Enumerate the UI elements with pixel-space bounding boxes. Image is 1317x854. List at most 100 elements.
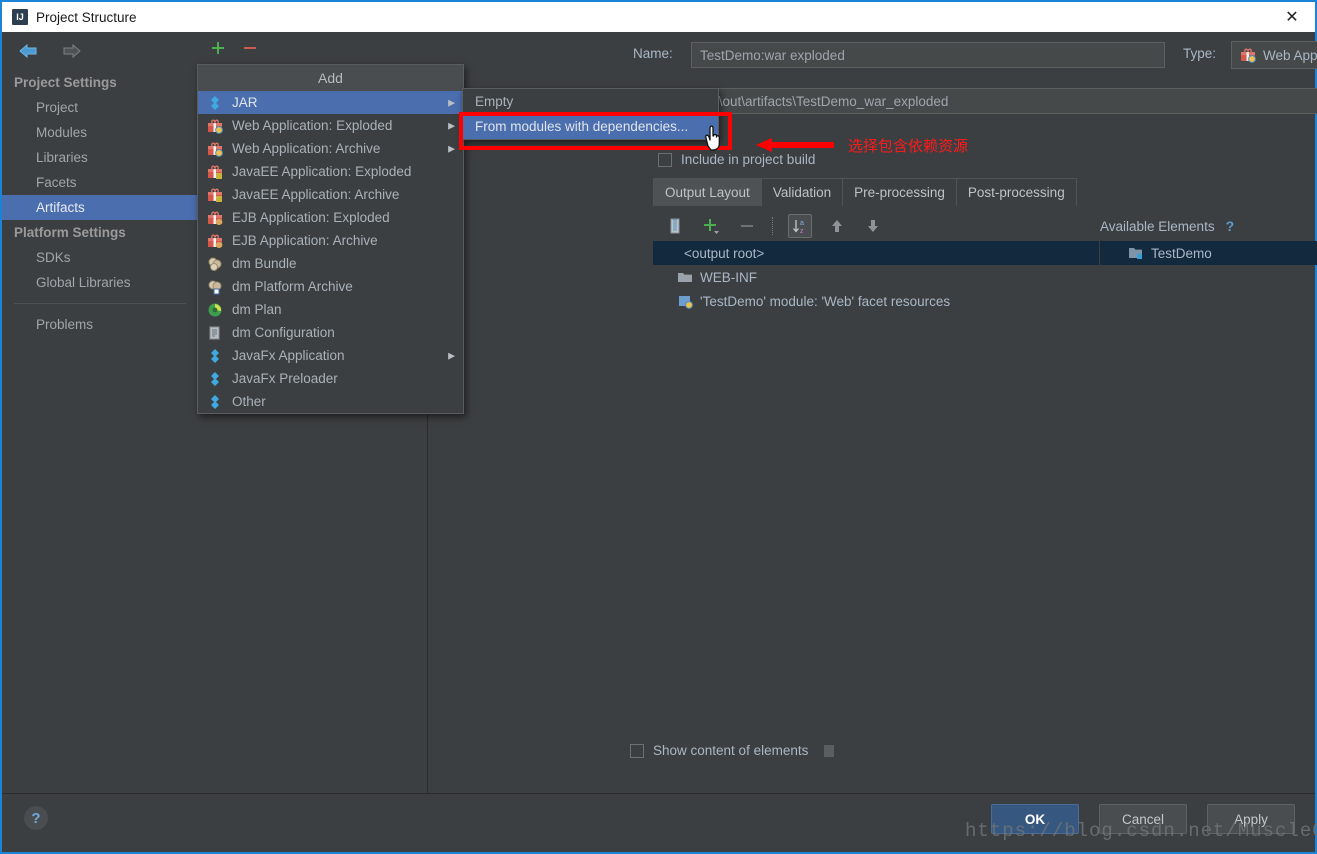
menu-item-label: JavaFx Preloader [232,371,338,386]
sidebar-item-modules[interactable]: Modules [2,120,198,145]
chevron-right-icon: ▶ [448,120,455,131]
menu-item-label: JavaEE Application: Archive [232,187,399,202]
artifact-name-input[interactable]: TestDemo:war exploded [691,42,1165,68]
menu-item-other[interactable]: Other [198,390,463,413]
tree-node-label: 'TestDemo' module: 'Web' facet resources [700,294,950,309]
include-in-build-label: Include in project build [681,152,815,167]
question-mark-icon[interactable]: ? [1226,218,1235,234]
submenu-item-from-modules-with-dependencies[interactable]: From modules with dependencies... [463,114,718,139]
close-icon[interactable]: ✕ [1269,2,1315,32]
sidebar-item-global-libraries[interactable]: Global Libraries [2,270,198,295]
menu-item-dm-platform-archive[interactable]: dm Platform Archive [198,275,463,298]
include-in-build-checkbox[interactable]: Include in project build [658,152,815,167]
tab-validation[interactable]: Validation [761,178,843,206]
artifacts-list-toolbar [198,32,427,64]
menu-item-web-application-archive[interactable]: Web Application: Archive ▶ [198,137,463,160]
tree-node-label: <output root> [684,246,764,261]
toolbar-separator [772,217,774,235]
artifact-type-value: Web Application: Exploded [1263,48,1317,63]
window-title-bar: Project Structure ✕ [2,2,1315,32]
available-elements-tree[interactable]: TestDemo [1100,241,1317,265]
menu-item-javafx-preloader[interactable]: JavaFx Preloader [198,367,463,390]
menu-item-dm-configuration[interactable]: dm Configuration [198,321,463,344]
menu-item-javafx-application[interactable]: JavaFx Application ▶ [198,344,463,367]
menu-item-label: JAR [232,95,258,110]
sidebar-item-sdks[interactable]: SDKs [2,245,198,270]
checkbox-box[interactable] [630,744,644,758]
artifact-type-value-wrap: Web Application: Exploded [1232,47,1317,63]
chevron-right-icon: ▶ [448,143,455,154]
dm-bundle-icon [207,256,223,272]
move-down-icon[interactable] [862,215,884,237]
web-exploded-icon [207,118,223,134]
remove-icon [736,215,758,237]
menu-item-label: Other [232,394,266,409]
tree-node-web-inf[interactable]: WEB-INF [653,265,1099,289]
forward-arrow-icon[interactable] [58,42,84,60]
minus-icon[interactable] [242,40,258,56]
available-elements-title: Available Elements [1100,219,1215,234]
tree-node-output-root[interactable]: <output root> [653,241,1099,265]
menu-item-jar[interactable]: JAR ▶ [198,91,463,114]
menu-item-javaee-application-archive[interactable]: JavaEE Application: Archive [198,183,463,206]
menu-item-dm-plan[interactable]: dm Plan [198,298,463,321]
submenu-item-empty[interactable]: Empty [463,89,718,114]
sidebar-item-project[interactable]: Project [2,95,198,120]
menu-item-label: dm Platform Archive [232,279,353,294]
watermark-text: https://blog.csdn.net/MuscleCoder2018 [965,820,1317,842]
javaee-archive-icon [207,187,223,203]
settings-icon[interactable] [824,745,834,757]
tree-node-facet-resources[interactable]: 'TestDemo' module: 'Web' facet resources [653,289,1099,313]
dm-plan-icon [207,302,223,318]
tab-pre-processing[interactable]: Pre-processing [842,178,957,206]
show-content-checkbox[interactable]: Show content of elements [630,743,834,758]
menu-item-javaee-application-exploded[interactable]: JavaEE Application: Exploded [198,160,463,183]
sidebar-item-facets[interactable]: Facets [2,170,198,195]
sidebar-item-problems[interactable]: Problems [2,312,198,337]
menu-item-ejb-application-archive[interactable]: EJB Application: Archive [198,229,463,252]
sidebar-divider [14,303,186,304]
tab-post-processing[interactable]: Post-processing [956,178,1077,206]
plus-icon[interactable] [210,40,226,56]
move-up-icon[interactable] [826,215,848,237]
output-directory-input[interactable]: mo\out\artifacts\TestDemo_war_exploded [691,88,1317,114]
ejb-archive-icon [207,233,223,249]
sidebar-item-libraries[interactable]: Libraries [2,145,198,170]
archive-element-icon[interactable] [664,215,686,237]
dm-configuration-icon [207,325,223,341]
add-artifact-menu: Add JAR ▶ Web Application: Exploded ▶ We… [197,64,464,414]
sidebar-nav [2,32,198,70]
type-label: Type: [1183,46,1216,61]
javafx-application-icon [207,348,223,364]
available-elements-header: Available Elements ? [1100,212,1317,240]
tab-output-layout[interactable]: Output Layout [653,178,762,206]
artifact-type-combo[interactable]: Web Application: Exploded ▼ [1231,41,1317,69]
svg-text:a: a [800,220,804,227]
menu-item-dm-bundle[interactable]: dm Bundle [198,252,463,275]
sidebar-item-artifacts[interactable]: Artifacts [2,195,198,220]
checkbox-box[interactable] [658,153,672,167]
javafx-preloader-icon [207,371,223,387]
window-title: Project Structure [36,10,137,25]
question-mark-icon[interactable]: ? [24,806,48,830]
detail-tabs: Output Layout Validation Pre-processing … [653,178,1076,206]
project-structure-dialog: Project Structure ✕ Project Settings Pro… [0,0,1317,854]
menu-item-web-application-exploded[interactable]: Web Application: Exploded ▶ [198,114,463,137]
module-icon [1128,245,1144,261]
menu-title: Add [198,65,463,91]
menu-item-label: Web Application: Exploded [232,118,392,133]
tree-node-label: TestDemo [1151,246,1212,261]
back-arrow-icon[interactable] [16,42,42,60]
add-dropdown-icon[interactable] [700,215,722,237]
menu-item-label: JavaFx Application [232,348,345,363]
javaee-exploded-icon [207,164,223,180]
menu-item-ejb-application-exploded[interactable]: EJB Application: Exploded [198,206,463,229]
output-layout-tree[interactable]: <output root> WEB-INF [653,241,1099,313]
menu-item-label: dm Plan [232,302,282,317]
jar-icon [207,95,223,111]
show-content-label: Show content of elements [653,743,808,758]
name-label: Name: [633,46,673,61]
menu-item-label: JavaEE Application: Exploded [232,164,411,179]
sort-az-icon[interactable]: a z [788,214,812,238]
tree-node-testdemo[interactable]: TestDemo [1100,241,1317,265]
